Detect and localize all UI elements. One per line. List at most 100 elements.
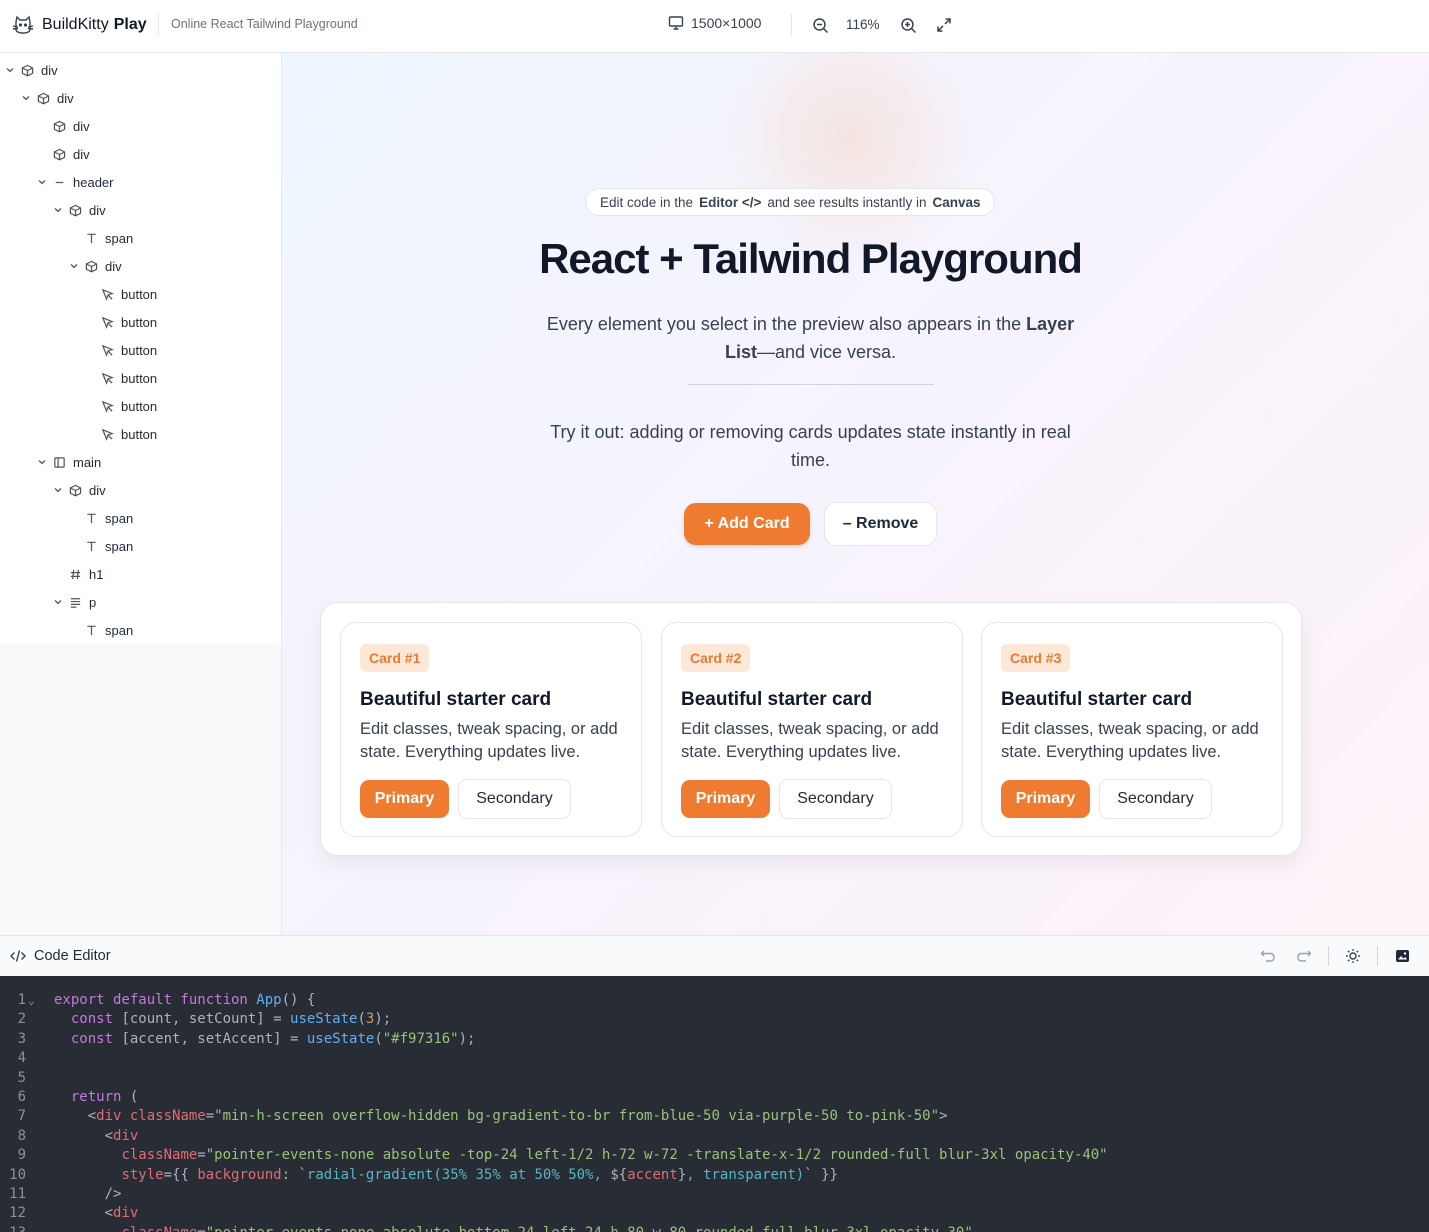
code-token: ); (458, 1030, 476, 1047)
theme-toggle-sun-icon[interactable] (1344, 947, 1362, 965)
code-token: < (54, 1108, 97, 1125)
preview-canvas[interactable]: Edit code in the Editor </> and see resu… (282, 53, 1429, 935)
layer-item-div[interactable]: div (20, 84, 74, 112)
code-token: ( (357, 1011, 366, 1028)
add-card-button[interactable]: + Add Card (684, 503, 810, 545)
layer-item-button[interactable]: button (84, 392, 157, 420)
viewport-size-selector[interactable]: 1500×1000 (668, 15, 761, 31)
chevron-down-icon[interactable] (20, 92, 32, 104)
code-line[interactable]: 4 (0, 1049, 1429, 1069)
code-token: : ` (281, 1166, 307, 1183)
page-title: React + Tailwind Playground (539, 235, 1083, 282)
layer-item-div[interactable]: div (52, 476, 106, 504)
line-number: 7 (17, 1108, 26, 1125)
code-token: /> (54, 1186, 122, 1202)
chevron-down-icon[interactable] (68, 260, 80, 272)
code-line[interactable]: 13 className="pointer-events-none absolu… (0, 1224, 1429, 1232)
zoom-level: 116% (846, 17, 880, 32)
code-token: div (113, 1205, 139, 1222)
layer-item-span[interactable]: span (68, 532, 133, 560)
chevron-down-icon[interactable] (52, 484, 64, 496)
layer-label: h1 (89, 566, 104, 582)
code-line[interactable]: 7 <div className="min-h-screen overflow-… (0, 1107, 1429, 1127)
primary-button[interactable]: Primary (1001, 780, 1090, 818)
box-icon (52, 119, 66, 133)
text-icon (84, 231, 98, 245)
chevron-down-icon[interactable] (52, 596, 64, 608)
layer-label: button (121, 398, 158, 414)
code-line[interactable]: 11 /> (0, 1185, 1429, 1205)
layer-item-header[interactable]: header (36, 168, 113, 196)
code-token: const (70, 1030, 122, 1047)
layer-item-h1[interactable]: h1 (52, 560, 103, 588)
layer-item-p[interactable]: p (52, 588, 96, 616)
code-editor[interactable]: 1 ⌄ export default function App() {2 const… (0, 976, 1429, 1232)
layer-item-div[interactable]: div (68, 252, 122, 280)
layer-item-div[interactable]: div (4, 56, 58, 84)
primary-button[interactable]: Primary (681, 780, 770, 818)
line-number: 4 (17, 1050, 26, 1067)
primary-button[interactable]: Primary (360, 780, 449, 818)
layer-item-button[interactable]: button (84, 420, 157, 448)
card-badge: Card #2 (681, 644, 751, 672)
code-line[interactable]: 10 style={{ background: `radial-gradient… (0, 1166, 1429, 1186)
chevron-down-icon[interactable] (36, 176, 48, 188)
divider (791, 14, 792, 36)
pointer-icon (100, 427, 114, 441)
layer-item-div[interactable]: div (36, 112, 90, 140)
layer-item-button[interactable]: button (84, 308, 157, 336)
code-line[interactable]: 5 (0, 1069, 1429, 1089)
chevron-down-icon[interactable] (36, 456, 48, 468)
fullscreen-icon[interactable] (934, 15, 954, 35)
code-line[interactable]: 8 <div (0, 1127, 1429, 1147)
layer-item-button[interactable]: button (84, 336, 157, 364)
layer-label: span (105, 230, 134, 246)
divider (687, 384, 934, 385)
code-token: radial-gradient(35% 35% at 50% 50%, (306, 1166, 611, 1183)
pill-canvas-label: Canvas (932, 194, 981, 210)
layer-item-button[interactable]: button (84, 280, 157, 308)
layer-item-span[interactable]: span (68, 504, 133, 532)
code-line[interactable]: 6 return ( (0, 1088, 1429, 1108)
redo-icon[interactable] (1295, 947, 1313, 965)
secondary-button[interactable]: Secondary (779, 779, 892, 819)
code-line[interactable]: 9 className="pointer-events-none absolut… (0, 1146, 1429, 1166)
monitor-icon (668, 16, 684, 30)
chevron-down-icon[interactable] (4, 64, 16, 76)
layer-item-span[interactable]: span (68, 224, 133, 252)
fold-chevron-icon[interactable]: ⌄ (28, 991, 35, 1011)
zoom-out-icon[interactable] (810, 15, 830, 35)
code-line[interactable]: 12 <div (0, 1204, 1429, 1224)
layer-label: div (89, 202, 106, 218)
layer-label: div (73, 118, 90, 134)
layer-item-button[interactable]: button (84, 364, 157, 392)
code-line[interactable]: 2 const [count, setCount] = useState(3); (0, 1010, 1429, 1030)
brand[interactable]: BuildKitty Play (12, 14, 147, 36)
code-token: = (197, 1147, 206, 1164)
layer-label: button (121, 342, 158, 358)
code-line[interactable]: 3 const [accent, setAccent] = useState("… (0, 1030, 1429, 1050)
undo-icon[interactable] (1259, 947, 1277, 965)
divider (1377, 946, 1378, 966)
secondary-button[interactable]: Secondary (458, 779, 571, 819)
line-number: 3 (17, 1030, 26, 1047)
card-title: Beautiful starter card (681, 689, 873, 710)
remove-card-button[interactable]: – Remove (824, 502, 937, 546)
layer-item-div[interactable]: div (36, 140, 90, 168)
layer-item-div[interactable]: div (52, 196, 106, 224)
layer-item-main[interactable]: main (36, 448, 101, 476)
chevron-down-icon[interactable] (52, 204, 64, 216)
zoom-in-icon[interactable] (898, 15, 918, 35)
layer-list: div div div div header div span div button button… (0, 53, 281, 644)
code-line[interactable]: 1 ⌄ export default function App() { (0, 991, 1429, 1011)
layer-item-span[interactable]: span (68, 616, 133, 644)
image-export-icon[interactable] (1393, 947, 1411, 965)
secondary-button[interactable]: Secondary (1099, 779, 1212, 819)
